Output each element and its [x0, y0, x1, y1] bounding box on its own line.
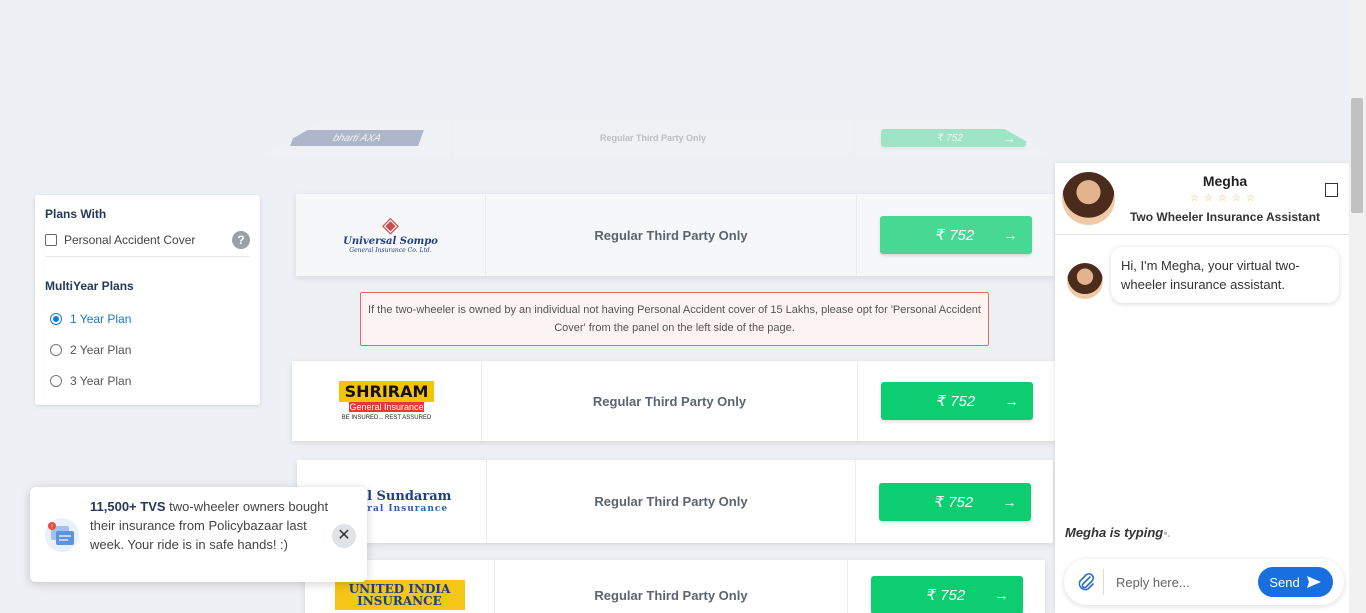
price-button[interactable]: ₹ 752 → [880, 382, 1033, 420]
plan-card-universal-sompo: ◈ Universal Sompo General Insurance Co. … [296, 194, 1054, 276]
insurer-logo: bharti AXA [289, 130, 424, 146]
price-cell: ₹ 752 → [857, 361, 1055, 441]
price-button[interactable]: ₹ 752 → [878, 482, 1031, 521]
help-icon[interactable]: ? [232, 231, 250, 249]
typing-indicator: Megha is typing•. [1065, 525, 1171, 540]
toast-message: 11,500+ TVS two-wheeler owners bought th… [90, 497, 330, 554]
typing-dots-icon: •. [1163, 526, 1171, 540]
insurer-logo-cell: bharti AXA [262, 120, 452, 156]
toast-highlight: 11,500+ TVS [90, 499, 166, 514]
plans-with-title: Plans With [45, 207, 107, 221]
social-proof-toast: ! 11,500+ TVS two-wheeler owners bought … [30, 487, 367, 582]
arrow-right-icon: → [1002, 130, 1016, 146]
agent-name: Megha [1202, 173, 1248, 189]
plan-card-shriram: SHRIRAM General Insurance BE INSURED... … [292, 361, 1055, 441]
price-button[interactable]: ₹ 752 → [879, 216, 1032, 254]
plan-option-label: 1 Year Plan [70, 311, 132, 326]
plan-card-bharti-axa: bharti AXA Regular Third Party Only ₹ 75… [262, 120, 1052, 156]
plan-option-1-year[interactable]: 1 Year Plan [45, 303, 250, 334]
universal-sompo-mark-icon: ◈ [382, 213, 399, 238]
send-button[interactable]: Send [1258, 567, 1333, 597]
insurer-logo: UNITED INDIA INSURANCE [334, 580, 465, 610]
price-value: ₹ 752 [926, 587, 966, 604]
chat-widget: Megha ☆☆☆☆☆ Two Wheeler Insurance Assist… [1055, 163, 1349, 613]
minimize-icon[interactable] [1325, 183, 1338, 197]
insurer-logo: ◈ Universal Sompo General Insurance Co. … [343, 213, 438, 255]
scrollbar-thumb[interactable] [1351, 98, 1363, 213]
plan-description: Regular Third Party Only [594, 494, 748, 509]
radio-2-year[interactable] [50, 343, 62, 356]
chat-input-bar: Send [1064, 559, 1344, 605]
svg-text:!: ! [51, 524, 53, 531]
plan-description: Regular Third Party Only [594, 227, 748, 243]
chat-bubble-icon: ! [45, 518, 79, 552]
input-divider [1103, 569, 1104, 595]
plan-card-royal-sundaram: Royal Sundaram General Insurance Regular… [297, 460, 1053, 543]
chat-header: Megha ☆☆☆☆☆ Two Wheeler Insurance Assist… [1055, 163, 1349, 235]
price-cell: ₹ 752 → [854, 120, 1052, 156]
arrow-right-icon: → [1004, 393, 1019, 409]
plan-option-2-year[interactable]: 2 Year Plan [45, 334, 250, 365]
send-arrow-icon [1306, 576, 1321, 588]
plan-option-label: 2 Year Plan [70, 342, 132, 357]
insurer-logo-cell: ◈ Universal Sompo General Insurance Co. … [296, 194, 486, 276]
price-cell: ₹ 752 → [847, 560, 1045, 613]
agent-avatar [1062, 172, 1115, 225]
price-cell: ₹ 752 → [855, 460, 1053, 543]
insurer-logo: SHRIRAM General Insurance BE INSURED... … [338, 381, 435, 421]
price-value: ₹ 752 [934, 493, 974, 511]
price-button[interactable]: ₹ 752 → [870, 576, 1023, 613]
personal-accident-checkbox[interactable] [45, 234, 57, 246]
personal-accident-label: Personal Accident Cover [64, 233, 196, 247]
arrow-right-icon: → [1003, 227, 1018, 243]
multiyear-title: MultiYear Plans [45, 279, 134, 293]
price-value: ₹ 752 [937, 132, 963, 144]
reply-input[interactable] [1116, 571, 1254, 593]
plan-description: Regular Third Party Only [594, 587, 748, 603]
page-scrollbar[interactable] [1349, 0, 1366, 613]
plan-description: Regular Third Party Only [592, 393, 747, 409]
price-cell: ₹ 752 → [856, 194, 1054, 276]
filter-panel: Plans With Personal Accident Cover ? Mul… [35, 195, 260, 405]
price-value: ₹ 752 [936, 393, 976, 410]
price-button[interactable]: ₹ 752 → [881, 129, 1026, 147]
radio-1-year[interactable] [50, 312, 62, 325]
personal-accident-option[interactable]: Personal Accident Cover ? [45, 231, 250, 257]
personal-accident-notice: If the two-wheeler is owned by an indivi… [360, 292, 989, 346]
attachment-icon[interactable] [1076, 571, 1096, 593]
rating-stars-icon: ☆☆☆☆☆ [1190, 193, 1260, 204]
arrow-right-icon: → [1002, 493, 1017, 510]
send-label: Send [1269, 574, 1300, 590]
price-value: ₹ 752 [935, 227, 975, 244]
close-icon[interactable]: ✕ [332, 524, 356, 548]
message-avatar [1067, 263, 1103, 299]
plan-description: Regular Third Party Only [599, 133, 707, 143]
insurer-logo-cell: SHRIRAM General Insurance BE INSURED... … [292, 361, 482, 441]
plan-option-label: 3 Year Plan [70, 373, 132, 388]
arrow-right-icon: → [994, 587, 1009, 603]
plan-card-united-india: UNITED INDIA INSURANCE Regular Third Par… [305, 560, 1045, 613]
plan-option-3-year[interactable]: 3 Year Plan [45, 365, 250, 396]
chat-message: Hi, I'm Megha, your virtual two-wheeler … [1111, 247, 1339, 303]
agent-role: Two Wheeler Insurance Assistant [1129, 210, 1321, 224]
radio-3-year[interactable] [50, 374, 62, 387]
